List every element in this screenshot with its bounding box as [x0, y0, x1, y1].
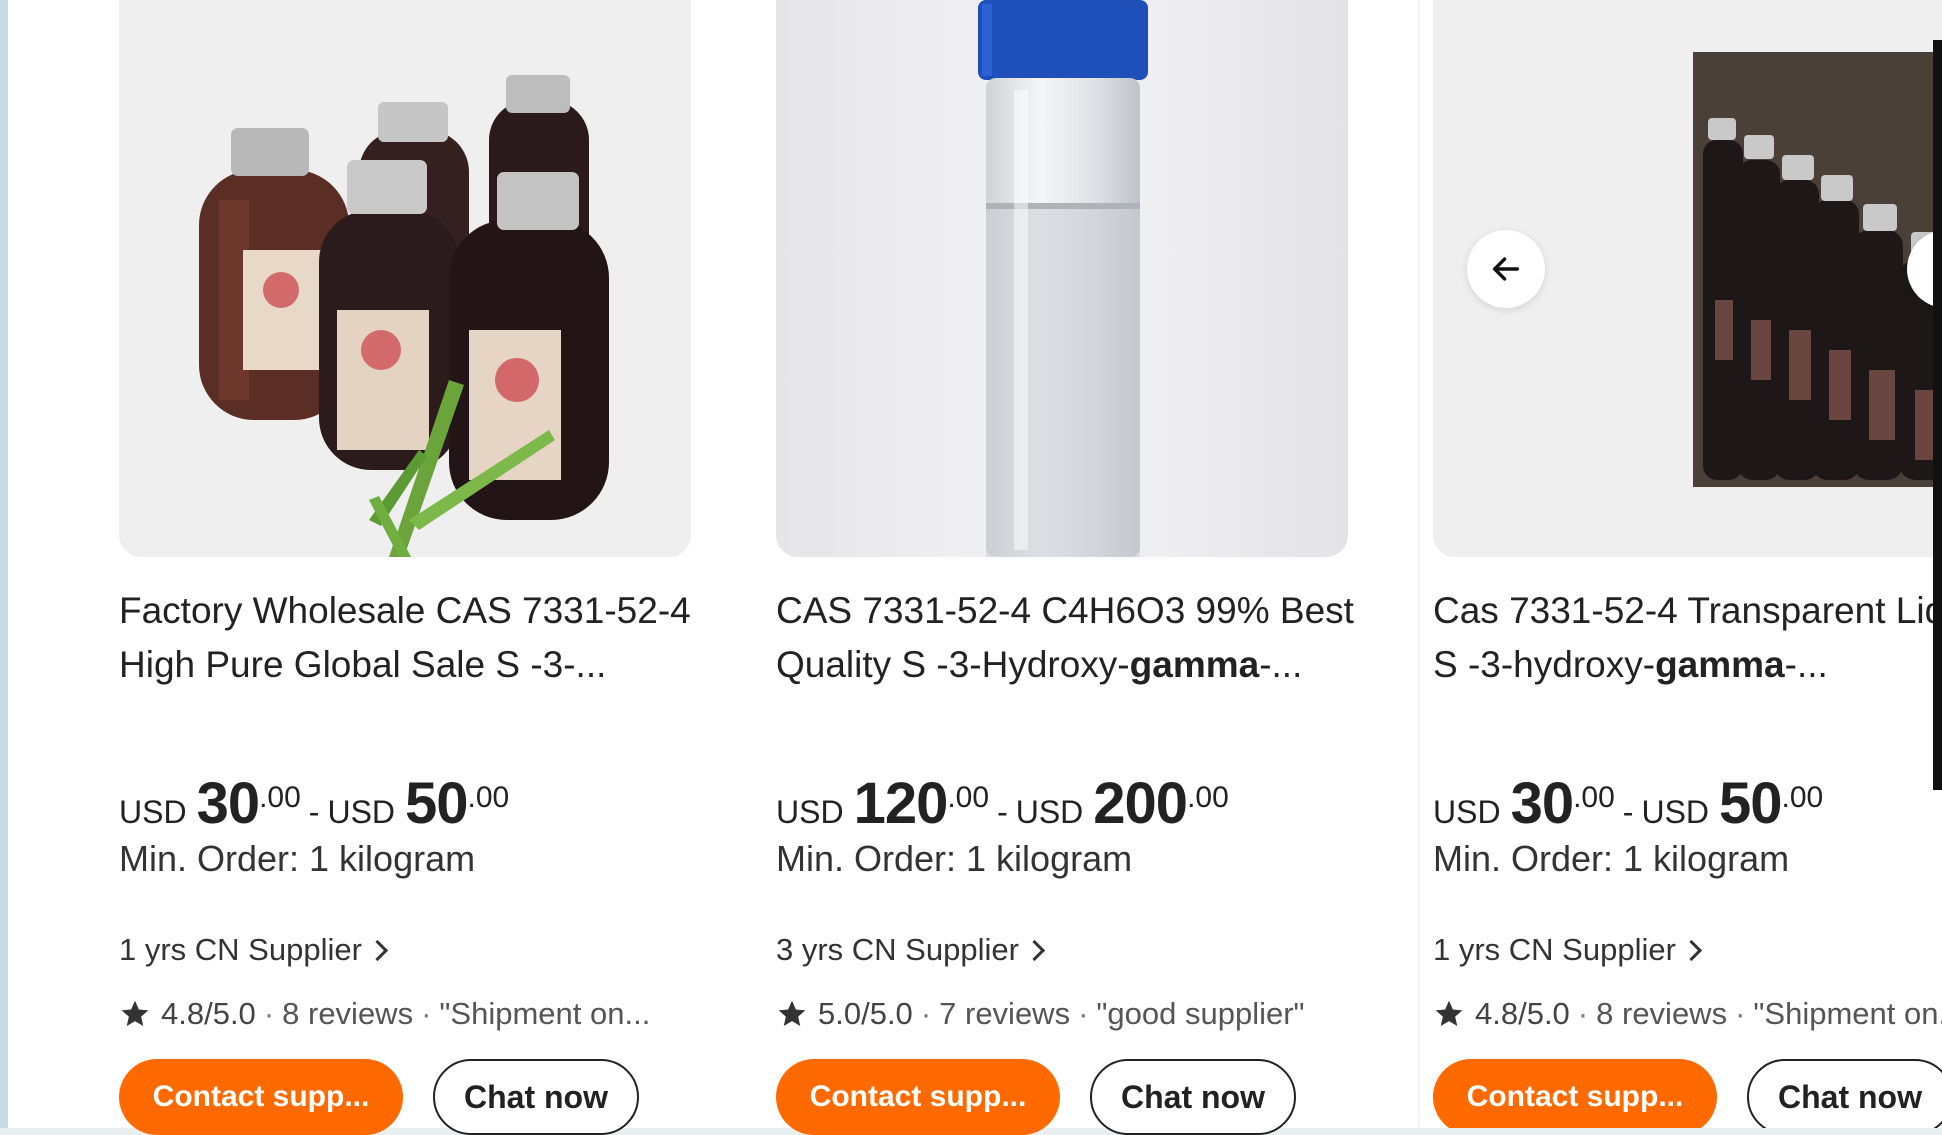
star-icon — [778, 1000, 806, 1026]
contact-supplier-button[interactable]: Contact supp... — [776, 1059, 1060, 1135]
card-divider — [1418, 0, 1420, 1128]
title-text: -... — [1259, 644, 1303, 685]
rating-row: 4.8/5.0 · 8 reviews · "Shipment on... — [1433, 996, 1942, 1032]
contact-supplier-button[interactable]: Contact supp... — [1433, 1059, 1717, 1128]
title-line: Quality S -3-Hydroxy-gamma-... — [776, 638, 1356, 692]
separator-dot: · — [421, 996, 432, 1031]
title-highlight: gamma — [1129, 644, 1260, 685]
carousel-prev-button[interactable] — [1467, 230, 1545, 308]
product-card[interactable]: Factory Wholesale CAS 7331-52-4 High Pur… — [119, 0, 699, 1135]
rating-score: 4.8/5.0 — [161, 996, 256, 1031]
title-highlight: gamma — [1655, 644, 1785, 685]
currency-label: USD — [327, 794, 396, 830]
arrow-left-icon — [1492, 257, 1520, 281]
star-icon — [121, 1000, 149, 1026]
currency-label: USD — [1641, 794, 1710, 830]
price-min-decimals: .00 — [259, 781, 301, 814]
title-text: -... — [1784, 644, 1828, 685]
title-line: S -3-hydroxy-gamma-... — [1433, 638, 1942, 692]
price-min: 30 — [196, 771, 261, 836]
title-line: High Pure Global Sale S -3-... — [119, 638, 699, 692]
title-line: Factory Wholesale CAS 7331-52-4 — [119, 590, 691, 631]
supplier-link[interactable]: 3 yrs CN Supplier — [776, 932, 1046, 968]
review-count: 8 reviews — [282, 996, 414, 1031]
min-order: Min. Order: 1 kilogram — [1433, 838, 1790, 879]
product-title[interactable]: CAS 7331-52-4 C4H6O3 99% Best Quality S … — [776, 584, 1356, 692]
price-min: 120 — [853, 771, 949, 836]
price-max-decimals: .00 — [467, 781, 510, 814]
review-quote: "Shipment on... — [1753, 996, 1942, 1031]
review-count: 8 reviews — [1596, 996, 1728, 1031]
price-min-decimals: .00 — [947, 781, 990, 814]
separator-dot: · — [920, 996, 932, 1031]
separator-dot: · — [1078, 996, 1089, 1031]
chevron-right-icon — [366, 939, 389, 961]
chat-now-button[interactable]: Chat now — [1747, 1059, 1942, 1128]
supplier-link[interactable]: 1 yrs CN Supplier — [119, 932, 389, 968]
price-max-decimals: .00 — [1781, 781, 1824, 814]
price-range: USD 120 .00 - USD 200 .00 — [776, 770, 1235, 840]
chat-now-button[interactable]: Chat now — [1090, 1059, 1296, 1135]
price-min-decimals: .00 — [1573, 781, 1615, 814]
chevron-right-icon — [1023, 939, 1046, 961]
rating-score: 5.0/5.0 — [818, 996, 913, 1031]
price-range: USD 30 .00 - USD 50 .00 — [1433, 770, 1829, 840]
star-icon — [1435, 1000, 1463, 1026]
title-text: High Pure Global Sale S -3-... — [119, 644, 607, 685]
review-count: 7 reviews — [939, 996, 1071, 1031]
rating-score: 4.8/5.0 — [1475, 996, 1570, 1031]
page: Factory Wholesale CAS 7331-52-4 High Pur… — [0, 0, 1942, 1135]
price-separator: - — [997, 794, 1008, 830]
price-separator: - — [308, 794, 320, 830]
supplier-label: 1 yrs CN Supplier — [1433, 932, 1676, 967]
product-title[interactable]: Cas 7331-52-4 Transparent Liq S -3-hydro… — [1433, 584, 1942, 692]
rating-row: 4.8/5.0 · 8 reviews · "Shipment on... — [119, 996, 650, 1032]
separator-dot: · — [263, 996, 275, 1031]
currency-label: USD — [119, 794, 187, 830]
product-image[interactable] — [119, 0, 691, 557]
price-separator: - — [1622, 794, 1634, 830]
separator-dot: · — [1577, 996, 1589, 1031]
product-card[interactable]: Cas 7331-52-4 Transparent Liq S -3-hydro… — [1433, 0, 1942, 1128]
side-panel-edge — [1933, 40, 1942, 790]
supplier-link[interactable]: 1 yrs CN Supplier — [1433, 932, 1703, 968]
review-quote: "good supplier" — [1096, 996, 1305, 1031]
supplier-label: 1 yrs CN Supplier — [119, 932, 362, 967]
price-min: 30 — [1510, 771, 1575, 836]
rating-row: 5.0/5.0 · 7 reviews · "good supplier" — [776, 996, 1305, 1032]
separator-dot: · — [1735, 996, 1746, 1031]
product-card[interactable]: CAS 7331-52-4 C4H6O3 99% Best Quality S … — [776, 0, 1356, 1135]
price-max-decimals: .00 — [1187, 781, 1229, 814]
min-order: Min. Order: 1 kilogram — [119, 838, 476, 879]
price-max: 50 — [1719, 771, 1783, 836]
price-max: 200 — [1093, 771, 1188, 836]
currency-label: USD — [776, 794, 844, 830]
price-range: USD 30 .00 - USD 50 .00 — [119, 770, 515, 840]
chevron-right-icon — [1680, 939, 1703, 961]
title-text: S -3-hydroxy- — [1433, 644, 1656, 685]
review-quote: "Shipment on... — [439, 996, 651, 1031]
min-order: Min. Order: 1 kilogram — [776, 838, 1133, 879]
left-edge-strip — [0, 0, 8, 1128]
product-image[interactable] — [776, 0, 1348, 557]
currency-label: USD — [1015, 794, 1084, 830]
product-results: Factory Wholesale CAS 7331-52-4 High Pur… — [8, 0, 1942, 1135]
product-title[interactable]: Factory Wholesale CAS 7331-52-4 High Pur… — [119, 584, 699, 692]
amber-bottles-image — [119, 0, 691, 557]
title-line: CAS 7331-52-4 C4H6O3 99% Best — [776, 590, 1354, 631]
price-max: 50 — [405, 771, 469, 836]
currency-label: USD — [1433, 794, 1501, 830]
title-line: Cas 7331-52-4 Transparent Liq — [1433, 590, 1942, 631]
supplier-label: 3 yrs CN Supplier — [776, 932, 1019, 967]
product-image[interactable] — [1433, 0, 1942, 557]
contact-supplier-button[interactable]: Contact supp... — [119, 1059, 403, 1135]
chat-now-button[interactable]: Chat now — [433, 1059, 639, 1135]
title-text: Quality S -3-Hydroxy- — [776, 644, 1130, 685]
clear-vial-image — [776, 0, 1348, 557]
